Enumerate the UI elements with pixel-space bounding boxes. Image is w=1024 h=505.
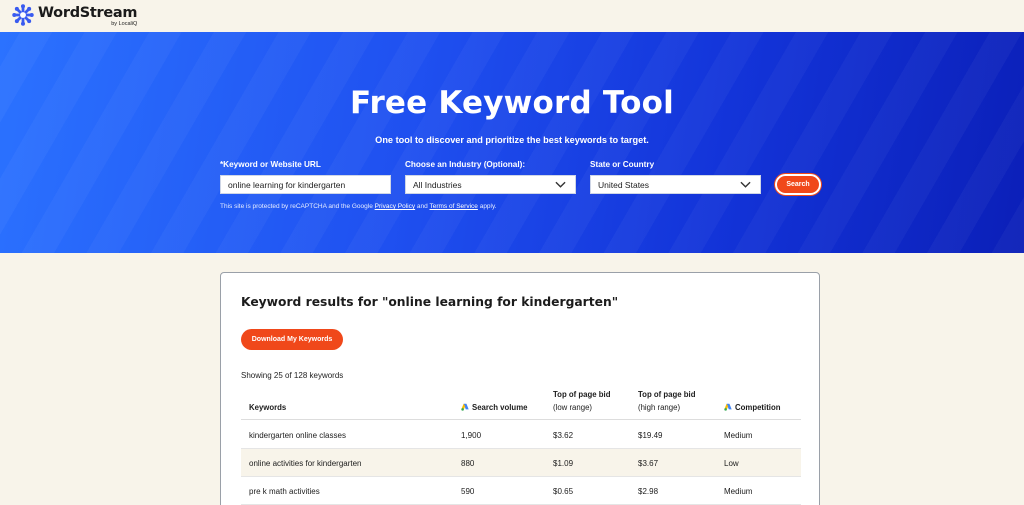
col-low-bid-label: Top of page bid <box>553 390 611 399</box>
location-label: State or Country <box>590 160 655 169</box>
hero-banner: Free Keyword Tool One tool to discover a… <box>0 32 1024 253</box>
col-high-bid[interactable]: Top of page bid (high range) <box>638 388 695 414</box>
cell-volume: 1,900 <box>461 431 482 440</box>
page-title: Free Keyword Tool <box>350 85 674 121</box>
table-header: Keywords Search volume Top of page bid (… <box>241 386 801 420</box>
google-ads-icon <box>724 403 732 411</box>
cell-high-bid: $19.49 <box>638 431 663 440</box>
results-count: Showing 25 of 128 keywords <box>241 371 344 380</box>
cell-volume: 880 <box>461 459 475 468</box>
cell-keyword: kindergarten online classes <box>249 431 346 440</box>
col-low-bid-sub: (low range) <box>553 403 592 412</box>
recaptcha-text: This site is protected by reCAPTCHA and … <box>220 203 373 210</box>
results-title: Keyword results for "online learning for… <box>241 295 619 309</box>
brand-name: WordStream <box>38 5 138 21</box>
col-high-bid-sub: (high range) <box>638 403 681 412</box>
col-high-bid-label: Top of page bid <box>638 390 696 399</box>
cell-keyword: online activities for kindergarten <box>249 459 362 468</box>
wordstream-logo[interactable]: WordStream by LocaliQ <box>12 4 138 27</box>
col-keywords[interactable]: Keywords <box>249 401 286 414</box>
industry-label: Choose an Industry (Optional): <box>405 160 526 169</box>
industry-select[interactable]: All Industries <box>405 175 576 194</box>
col-search-volume-label: Search volume <box>472 403 528 412</box>
keyword-input[interactable]: online learning for kindergarten <box>220 175 391 194</box>
table-row: online activities for kindergarten 880 $… <box>241 449 801 477</box>
recaptcha-notice: This site is protected by reCAPTCHA and … <box>220 203 497 210</box>
wordstream-asterisk-icon <box>12 4 34 26</box>
table-row: kindergarten online classes 1,900 $3.62 … <box>241 421 801 449</box>
cell-keyword: pre k math activities <box>249 487 320 496</box>
and-text: and <box>416 203 428 210</box>
cell-volume: 590 <box>461 487 475 496</box>
table-row: pre k math activities 590 $0.65 $2.98 Me… <box>241 477 801 505</box>
results-card: Keyword results for "online learning for… <box>220 272 820 505</box>
cell-competition: Medium <box>724 487 753 496</box>
page-subtitle: One tool to discover and prioritize the … <box>375 135 649 145</box>
brand-byline: by LocaliQ <box>111 20 138 27</box>
google-ads-icon <box>461 403 469 411</box>
privacy-policy-link[interactable]: Privacy Policy <box>375 203 415 210</box>
cell-high-bid: $2.98 <box>638 487 659 496</box>
cell-low-bid: $1.09 <box>553 459 574 468</box>
col-competition-label: Competition <box>735 403 781 412</box>
cell-competition: Low <box>724 459 739 468</box>
col-low-bid[interactable]: Top of page bid (low range) <box>553 388 610 414</box>
chevron-down-icon <box>740 181 751 188</box>
col-competition[interactable]: Competition <box>724 401 780 414</box>
download-keywords-button[interactable]: Download My Keywords <box>241 329 343 350</box>
cell-low-bid: $0.65 <box>553 487 574 496</box>
location-select[interactable]: United States <box>590 175 761 194</box>
search-button[interactable]: Search <box>775 174 821 195</box>
chevron-down-icon <box>555 181 566 188</box>
apply-text: apply. <box>479 203 497 210</box>
cell-high-bid: $3.67 <box>638 459 659 468</box>
terms-of-service-link[interactable]: Terms of Service <box>429 203 477 210</box>
cell-low-bid: $3.62 <box>553 431 574 440</box>
top-bar: WordStream by LocaliQ <box>0 0 1024 32</box>
keyword-label: *Keyword or Website URL <box>220 160 321 169</box>
keyword-input-value: online learning for kindergarten <box>228 179 346 190</box>
cell-competition: Medium <box>724 431 753 440</box>
location-select-value: United States <box>598 179 650 190</box>
col-search-volume[interactable]: Search volume <box>461 401 527 414</box>
industry-select-value: All Industries <box>413 179 462 190</box>
